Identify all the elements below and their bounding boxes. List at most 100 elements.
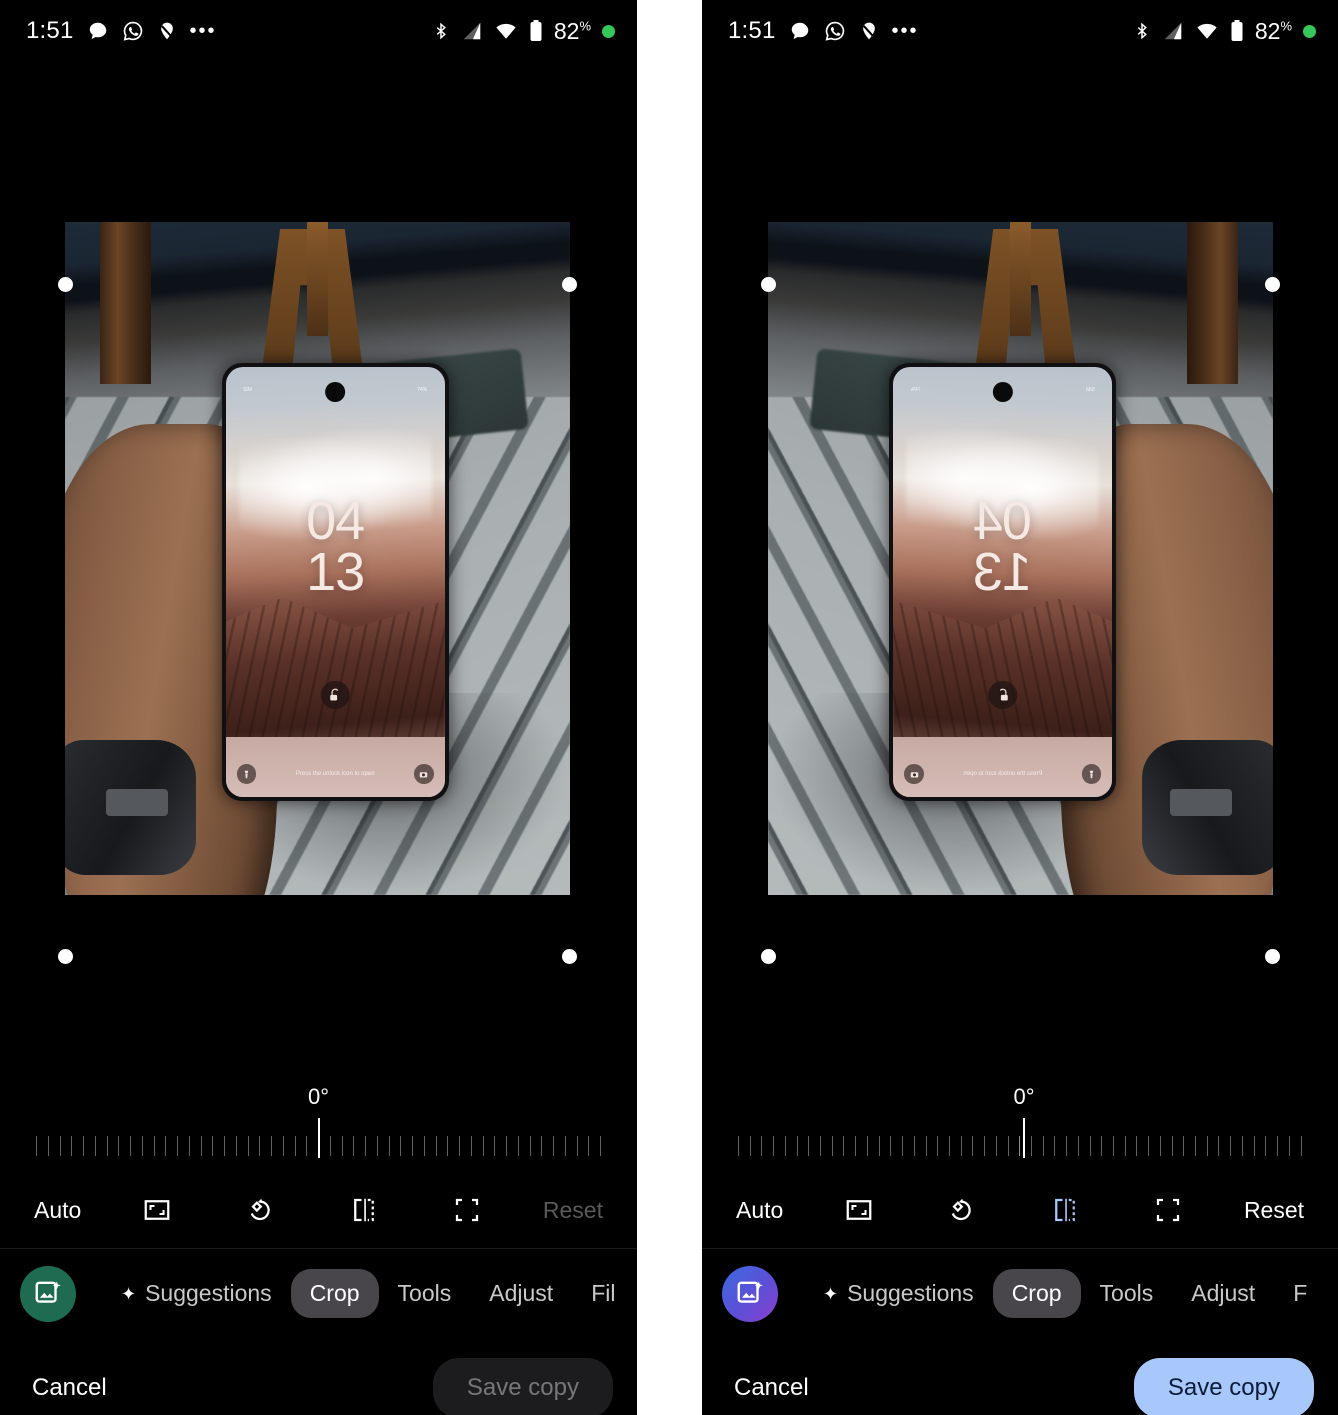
magic-editor-button[interactable] xyxy=(20,1265,76,1322)
comparison-stage: 1:51 ••• 82% SIM 74% 04 13 Press the unl… xyxy=(0,0,1338,1415)
photo-canvas[interactable]: SIM MG SIM 74% 04 13 xyxy=(702,62,1338,1080)
tab-crop[interactable]: Crop xyxy=(992,1269,1081,1318)
whatsapp-icon xyxy=(824,20,846,42)
camera-icon xyxy=(904,764,924,784)
status-bar-left: 1:51 ••• xyxy=(728,17,919,44)
edited-photo: SIM MG SIM 74% 04 13 xyxy=(768,222,1273,895)
clock-hour: 04 xyxy=(306,491,365,552)
flip-horizontal-icon[interactable] xyxy=(1038,1186,1092,1234)
aspect-ratio-icon[interactable] xyxy=(832,1186,886,1234)
reset-button[interactable]: Reset xyxy=(1244,1197,1304,1224)
editor-tabs: ✦ Suggestions Crop Tools Adjust Fil xyxy=(0,1248,637,1338)
tab-adjust[interactable]: Adjust xyxy=(1172,1269,1274,1318)
tab-tools[interactable]: Tools xyxy=(1081,1269,1173,1318)
panel-before: 1:51 ••• 82% SIM 74% 04 13 Press the unl… xyxy=(0,0,637,1415)
bluetooth-icon xyxy=(432,20,450,42)
wifi-icon xyxy=(494,20,518,42)
tab-crop[interactable]: Crop xyxy=(290,1269,379,1318)
expand-straighten-icon[interactable] xyxy=(440,1186,494,1234)
unlock-icon xyxy=(988,680,1018,710)
inner-camera-punchhole xyxy=(992,382,1013,403)
crop-frame[interactable]: SIM MG SIM 74% 04 13 xyxy=(65,222,570,895)
crop-handle-top-left[interactable] xyxy=(761,277,776,292)
cancel-button[interactable]: Cancel xyxy=(734,1374,809,1402)
auto-button[interactable]: Auto xyxy=(34,1197,81,1224)
inner-camera-punchhole xyxy=(325,382,346,403)
flashlight-icon xyxy=(236,764,257,784)
inner-lock-hint: Press the unlock icon to open xyxy=(295,771,375,778)
whatsapp-icon xyxy=(122,20,144,42)
rotation-needle[interactable] xyxy=(317,1118,320,1158)
panel-divider xyxy=(637,0,702,1415)
held-smartphone: SIM MG SIM 74% 04 13 xyxy=(221,363,449,801)
wood-furniture-leg xyxy=(1187,222,1238,384)
inner-status-right: 74% xyxy=(417,386,428,393)
clock-hour: 04 xyxy=(973,491,1032,552)
clock-minute: 13 xyxy=(973,542,1032,603)
crop-frame[interactable]: SIM MG SIM 74% 04 13 xyxy=(768,222,1273,895)
cellular-signal-icon xyxy=(1162,20,1184,42)
editor-tabs: ✦ Suggestions Crop Tools Adjust F xyxy=(702,1248,1338,1338)
inner-lockscreen-clock: 04 13 xyxy=(893,491,1112,603)
rotation-ruler[interactable] xyxy=(738,1128,1302,1164)
tab-tools[interactable]: Tools xyxy=(379,1269,471,1318)
tab-label: Crop xyxy=(1011,1280,1062,1306)
crop-handle-bottom-left[interactable] xyxy=(761,949,776,964)
chair-spindle xyxy=(1010,222,1031,337)
crop-handle-top-right[interactable] xyxy=(562,277,577,292)
battery-percent: 82% xyxy=(553,17,591,44)
magic-editor-button[interactable] xyxy=(722,1265,778,1322)
crop-handle-top-left[interactable] xyxy=(58,277,73,292)
tab-adjust[interactable]: Adjust xyxy=(470,1269,572,1318)
rotate-icon[interactable] xyxy=(234,1186,288,1234)
tab-suggestions[interactable]: ✦ Suggestions xyxy=(804,1269,993,1318)
rotation-slider[interactable]: 0° xyxy=(0,1080,637,1172)
chat-bubble-icon xyxy=(87,20,109,42)
tab-filters[interactable]: F xyxy=(1274,1269,1326,1318)
battery-percent: 82% xyxy=(1254,17,1292,44)
expand-straighten-icon[interactable] xyxy=(1141,1186,1195,1234)
crop-handle-bottom-left[interactable] xyxy=(58,949,73,964)
wifi-icon xyxy=(1195,20,1219,42)
save-copy-button[interactable]: Save copy xyxy=(432,1358,613,1415)
tab-filters[interactable]: Fil xyxy=(572,1269,634,1318)
crop-handle-top-right[interactable] xyxy=(1265,277,1280,292)
lockscreen-wallpaper: SIM MG SIM 74% 04 13 xyxy=(893,367,1113,797)
tab-label: Suggestions xyxy=(145,1280,272,1306)
tab-label: Suggestions xyxy=(847,1280,974,1306)
held-smartphone: SIM MG SIM 74% 04 13 xyxy=(889,363,1117,801)
crop-handle-bottom-right[interactable] xyxy=(1265,949,1280,964)
battery-icon xyxy=(529,19,543,43)
wood-furniture-leg xyxy=(100,222,151,384)
location-pin-icon xyxy=(859,20,879,42)
save-copy-button[interactable]: Save copy xyxy=(1133,1358,1314,1415)
privacy-dot-icon xyxy=(602,24,615,38)
rotation-value: 0° xyxy=(307,1084,330,1109)
aspect-ratio-icon[interactable] xyxy=(130,1186,184,1234)
action-bar: Cancel Save copy xyxy=(0,1338,637,1415)
status-bar-clock: 1:51 xyxy=(26,17,74,44)
status-bar: 1:51 ••• 82% xyxy=(702,0,1338,62)
flip-horizontal-icon[interactable] xyxy=(337,1186,391,1234)
rotate-icon[interactable] xyxy=(935,1186,989,1234)
sparkle-icon: ✦ xyxy=(823,1283,839,1304)
rotation-slider[interactable]: 0° xyxy=(702,1080,1338,1172)
unlock-icon xyxy=(320,680,350,710)
tab-suggestions[interactable]: ✦ Suggestions xyxy=(102,1269,291,1318)
wallpaper-sea xyxy=(225,736,445,797)
crop-handle-bottom-right[interactable] xyxy=(562,949,577,964)
crop-toolbar: Auto Reset xyxy=(702,1172,1338,1248)
lockscreen-wallpaper: SIM MG SIM 74% 04 13 xyxy=(225,367,445,797)
cancel-button[interactable]: Cancel xyxy=(32,1374,107,1402)
photo-canvas[interactable]: SIM MG SIM 74% 04 13 xyxy=(0,62,637,1080)
status-bar-clock: 1:51 xyxy=(728,17,776,44)
tab-label: Adjust xyxy=(1191,1280,1256,1306)
rotation-needle[interactable] xyxy=(1023,1118,1025,1158)
reset-button[interactable]: Reset xyxy=(543,1197,603,1224)
wristwatch xyxy=(1141,740,1273,875)
auto-button[interactable]: Auto xyxy=(736,1197,783,1224)
inner-lockscreen-clock: 04 13 xyxy=(226,491,445,600)
inner-status-left: SIM xyxy=(1086,386,1095,393)
wristwatch xyxy=(65,740,197,875)
panel-after: 1:51 ••• 82% SIM 74% 04 13 Press the unl… xyxy=(702,0,1338,1415)
